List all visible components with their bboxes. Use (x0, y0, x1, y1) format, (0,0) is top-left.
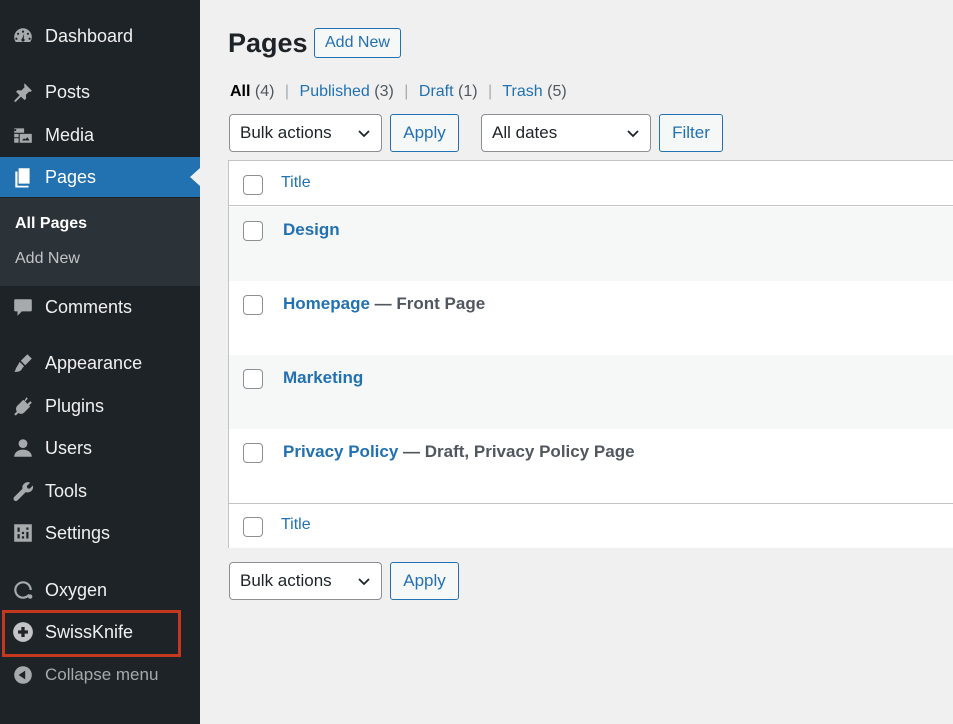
collapse-menu-button[interactable]: Collapse menu (0, 655, 200, 695)
menu-label: Comments (45, 296, 133, 317)
bulk-actions-value: Bulk actions (240, 571, 332, 590)
menu-label: Dashboard (45, 25, 134, 46)
pin-icon (0, 72, 45, 112)
chevron-down-icon (627, 130, 639, 138)
apply-button-bottom[interactable]: Apply (390, 562, 459, 600)
filter-published-count: (3) (374, 83, 394, 100)
filter-all-count: (4) (254, 83, 275, 100)
date-filter-value: All dates (492, 123, 558, 142)
settings-icon (0, 513, 45, 553)
bulk-actions-select-bottom[interactable]: Bulk actions (229, 562, 382, 600)
table-row: Marketing (229, 355, 953, 429)
menu-item-appearance[interactable]: Appearance (0, 343, 200, 383)
comment-icon (0, 287, 45, 327)
page-title-link[interactable]: Homepage (283, 294, 370, 313)
bulk-actions-select-top[interactable]: Bulk actions (229, 114, 382, 152)
collapse-icon (0, 655, 45, 695)
pages-table: Title Design Homepage — Front Page Marke… (228, 160, 953, 548)
pages-icon (0, 157, 45, 197)
table-row: Design (229, 207, 953, 281)
menu-label: Pages (45, 166, 97, 187)
menu-item-tools[interactable]: Tools (0, 471, 200, 511)
table-row: Homepage — Front Page (229, 281, 953, 355)
menu-label: Users (45, 437, 93, 458)
bulk-actions-value: Bulk actions (240, 123, 332, 142)
menu-item-plugins[interactable]: Plugins (0, 386, 200, 426)
menu-item-dashboard[interactable]: Dashboard (0, 16, 200, 56)
menu-label: Settings (45, 522, 111, 543)
page-state: — Draft, Privacy Policy Page (398, 442, 635, 461)
menu-label: Appearance (45, 352, 143, 373)
menu-label: Media (45, 124, 95, 145)
submenu-add-new[interactable]: Add New (15, 250, 80, 268)
select-all-checkbox[interactable] (243, 175, 263, 195)
menu-label: Posts (45, 81, 91, 102)
column-title-footer[interactable]: Title (281, 516, 311, 534)
select-all-checkbox-footer[interactable] (243, 517, 263, 537)
plug-icon (0, 386, 45, 426)
page-state: — Front Page (369, 294, 486, 313)
collapse-label: Collapse menu (45, 665, 159, 684)
row-checkbox[interactable] (243, 221, 263, 241)
filter-published-link[interactable]: Published (300, 83, 370, 100)
brush-icon (0, 343, 45, 383)
dashboard-icon (0, 16, 45, 56)
filter-trash-count: (5) (547, 83, 567, 100)
filter-draft-link[interactable]: Draft (419, 83, 454, 100)
row-checkbox[interactable] (243, 369, 263, 389)
row-checkbox[interactable] (243, 295, 263, 315)
menu-label: Plugins (45, 395, 105, 416)
menu-item-settings[interactable]: Settings (0, 513, 200, 553)
filter-separator: | (488, 83, 493, 100)
filter-button[interactable]: Filter (659, 114, 723, 152)
menu-item-users[interactable]: Users (0, 428, 200, 468)
highlight-annotation (2, 610, 181, 657)
column-title-header[interactable]: Title (281, 174, 311, 192)
table-row: Privacy Policy — Draft, Privacy Policy P… (229, 429, 953, 503)
chevron-down-icon (358, 578, 370, 586)
submenu-all-pages[interactable]: All Pages (15, 215, 87, 233)
page-title-link[interactable]: Privacy Policy (283, 442, 398, 461)
date-filter-select[interactable]: All dates (481, 114, 651, 152)
page-title-link[interactable]: Design (283, 220, 340, 239)
table-footer: Title (229, 503, 953, 548)
menu-label: Oxygen (45, 579, 108, 600)
add-new-button[interactable]: Add New (314, 28, 401, 58)
page-title-link[interactable]: Marketing (283, 368, 363, 387)
menu-item-oxygen[interactable]: Oxygen (0, 570, 200, 610)
menu-item-comments[interactable]: Comments (0, 287, 200, 327)
menu-item-media[interactable]: Media (0, 115, 200, 155)
admin-sidebar: Dashboard Posts Media Pages All Pages Ad… (0, 0, 200, 724)
apply-button-top[interactable]: Apply (390, 114, 459, 152)
filter-separator: | (404, 83, 409, 100)
page-title: Pages (228, 28, 308, 58)
filter-draft-count: (1) (458, 83, 478, 100)
row-checkbox[interactable] (243, 443, 263, 463)
status-filter-links: All (4) | Published (3) | Draft (1) | Tr… (230, 83, 567, 101)
filter-separator: | (284, 83, 290, 100)
media-icon (0, 115, 45, 155)
table-header: Title (229, 161, 953, 206)
chevron-down-icon (358, 130, 370, 138)
wrench-icon (0, 471, 45, 511)
current-indicator (190, 168, 200, 186)
user-icon (0, 428, 45, 468)
pages-submenu: All Pages Add New (0, 198, 200, 286)
menu-label: Tools (45, 480, 88, 501)
menu-item-posts[interactable]: Posts (0, 72, 200, 112)
main-content: Pages Add New All (4) | Published (3) | … (200, 0, 953, 724)
filter-trash-link[interactable]: Trash (502, 83, 542, 100)
oxygen-icon (0, 570, 45, 610)
menu-item-pages[interactable]: Pages (0, 157, 200, 197)
filter-all-link[interactable]: All (230, 83, 250, 100)
